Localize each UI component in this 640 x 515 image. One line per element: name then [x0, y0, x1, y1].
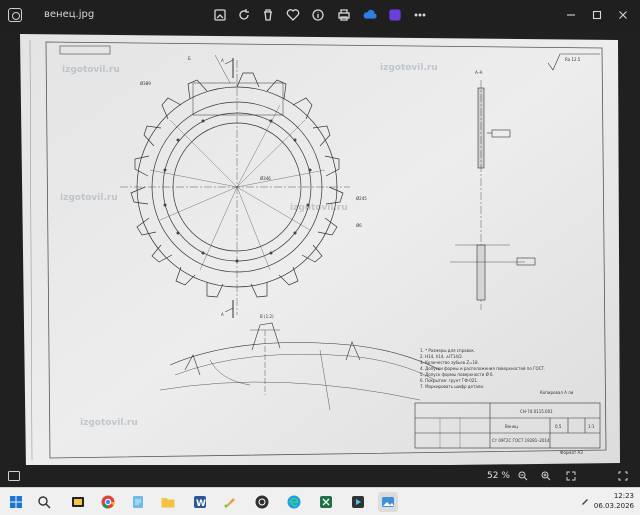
format-label: Формат А3: [560, 450, 583, 455]
windows-start-icon[interactable]: [6, 492, 26, 512]
photos-app-icon: [8, 8, 22, 22]
fit-to-window-icon[interactable]: [566, 471, 576, 481]
dim-diameter-2: Ø346: [260, 176, 271, 181]
svg-text:5. Допуск формы поверхности Ø: 5. Допуск формы поверхности Ø 6.: [420, 372, 494, 377]
doc-number: СН-74.0115.001: [520, 409, 553, 414]
watermark-2: izgotovil.ru: [380, 63, 438, 73]
label-b: Б: [188, 56, 191, 61]
sheet-note: Копировал А ли: [540, 390, 574, 395]
zoom-in-icon[interactable]: [541, 471, 551, 481]
part-name: Венец: [505, 424, 518, 429]
favorite-heart-icon[interactable]: [284, 6, 302, 24]
filmstrip-icon[interactable]: [8, 471, 20, 481]
svg-text:2. H14, h14, ±IT14/2.: 2. H14, h14, ±IT14/2.: [420, 354, 463, 359]
rotate-icon[interactable]: [235, 6, 253, 24]
label-a-top: А: [221, 58, 224, 63]
svg-text:7. Маркировать шифр детали.: 7. Маркировать шифр детали.: [420, 384, 484, 389]
table-mass: 0,5: [555, 424, 562, 429]
table-scale: 1:1: [588, 424, 595, 429]
system-clock[interactable]: 12:23 06.03.2026: [594, 491, 634, 511]
clock-date: 06.03.2026: [593, 502, 634, 510]
svg-text:3. Количество зубьев Z=18.: 3. Количество зубьев Z=18.: [420, 360, 479, 365]
folder-icon[interactable]: [158, 492, 178, 512]
drawing-image: izgotovil.ru izgotovil.ru izgotovil.ru i…: [20, 34, 620, 470]
media-player-icon[interactable]: [348, 492, 368, 512]
taskbar: W 12:23 06.03.2026: [0, 487, 640, 515]
image-viewer-icon[interactable]: [378, 492, 398, 512]
svg-text:6. Покрытие: грунт ГФ-021.: 6. Покрытие: грунт ГФ-021.: [420, 378, 478, 383]
paint-icon[interactable]: [220, 492, 240, 512]
search-icon[interactable]: [34, 492, 54, 512]
word-icon[interactable]: W: [190, 492, 210, 512]
minimize-button[interactable]: [560, 4, 582, 26]
maximize-button[interactable]: [586, 4, 608, 26]
material: Ст 09Г2С ГОСТ 19281–2014: [492, 438, 550, 443]
edge-icon[interactable]: [284, 492, 304, 512]
pen-tray-icon[interactable]: [580, 496, 590, 506]
info-icon[interactable]: [309, 6, 327, 24]
delete-icon[interactable]: [259, 6, 277, 24]
watermark-5: izgotovil.ru: [80, 418, 138, 428]
roughness-mark: Ra 12.5: [565, 57, 581, 62]
zoom-out-icon[interactable]: [518, 471, 528, 481]
title-bar: венец.jpg: [0, 0, 640, 30]
svg-text:4. Допуски формы и расположени: 4. Допуски формы и расположения поверхно…: [420, 366, 545, 371]
dim-diameter-1: Ø389: [140, 81, 151, 86]
print-icon[interactable]: [335, 6, 353, 24]
dim-thickness: Ø6: [356, 223, 362, 228]
section-bb-title: В (1:2): [260, 314, 274, 319]
dim-diameter-3: Ø245: [356, 196, 367, 201]
status-bar: 52 %: [0, 465, 640, 487]
edit-image-icon[interactable]: [211, 6, 229, 24]
clipchamp-icon[interactable]: [386, 6, 404, 24]
clock-time: 12:23: [613, 492, 634, 500]
label-a-bottom: А: [221, 312, 224, 317]
watermark-3: izgotovil.ru: [60, 193, 118, 203]
svg-text:W: W: [196, 499, 206, 509]
svg-text:1. * Размеры для справок.: 1. * Размеры для справок.: [420, 348, 475, 353]
notepad-icon[interactable]: [128, 492, 148, 512]
obs-icon[interactable]: [252, 492, 272, 512]
excel-icon[interactable]: [316, 492, 336, 512]
zoom-level[interactable]: 52 %: [487, 471, 510, 481]
file-name: венец.jpg: [44, 9, 95, 20]
section-aa-title: A–A: [475, 70, 483, 75]
more-options-icon[interactable]: [411, 6, 429, 24]
close-button[interactable]: [612, 4, 634, 26]
fullscreen-icon[interactable]: [618, 471, 628, 481]
onedrive-icon[interactable]: [361, 6, 379, 24]
file-explorer-icon[interactable]: [68, 492, 88, 512]
chrome-icon[interactable]: [98, 492, 118, 512]
watermark-1: izgotovil.ru: [62, 65, 120, 75]
